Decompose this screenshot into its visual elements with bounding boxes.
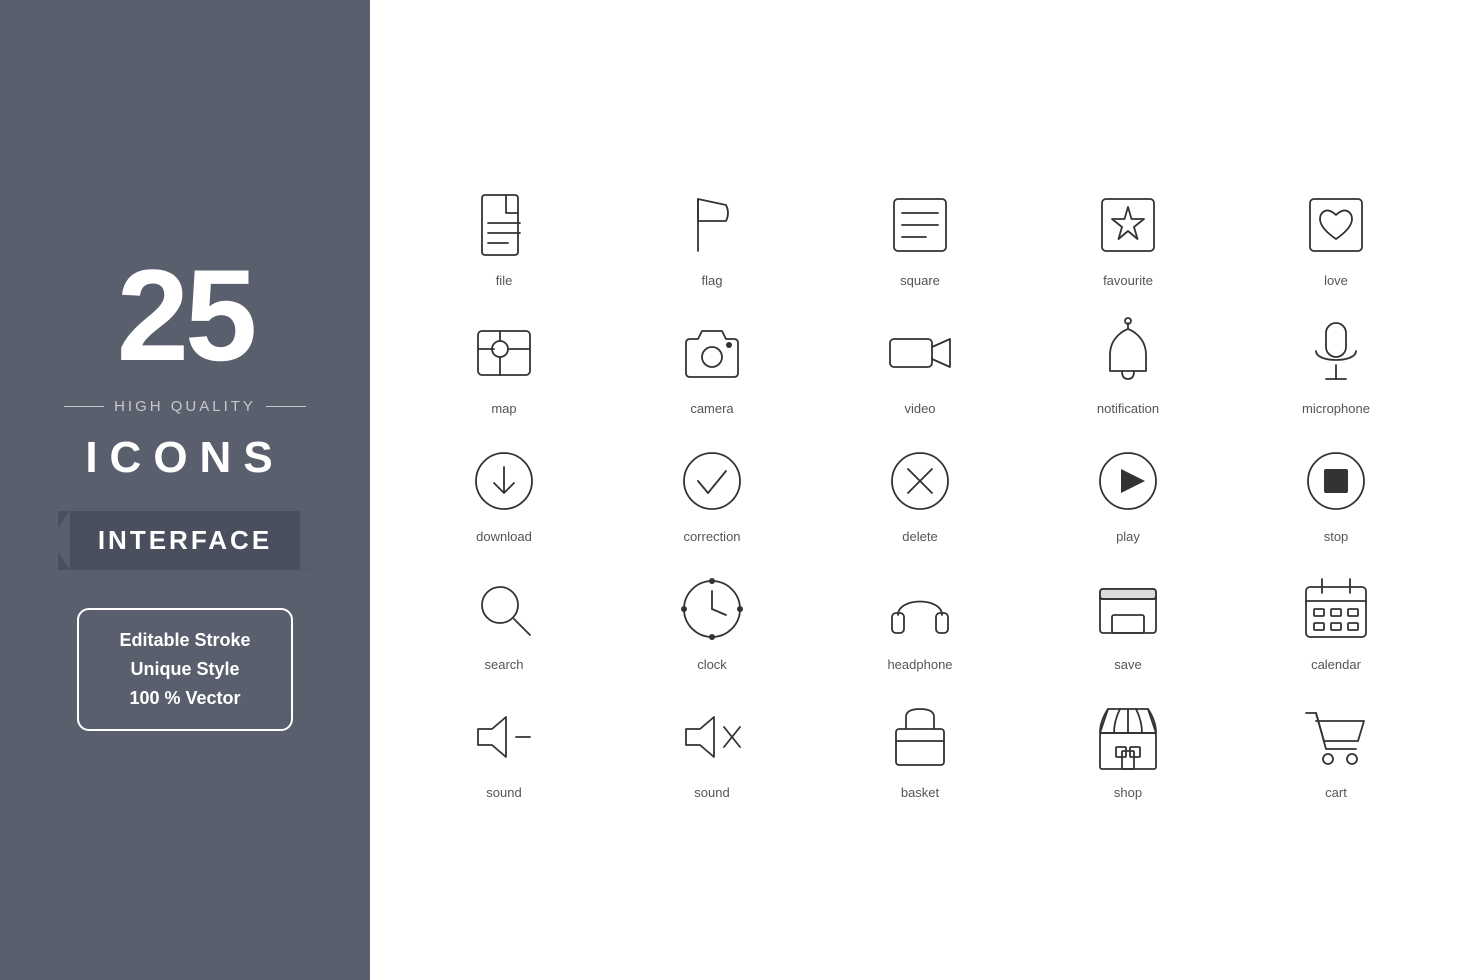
map-label: map	[491, 401, 516, 416]
icon-save: save	[1034, 559, 1222, 677]
icon-flag: flag	[618, 175, 806, 293]
square-label: square	[900, 273, 940, 288]
cart-label: cart	[1325, 785, 1347, 800]
feature-3: 100 % Vector	[129, 688, 240, 709]
hq-label: HIGH QUALITY	[64, 398, 306, 415]
feature-1: Editable Stroke	[119, 630, 250, 651]
icon-sound-mute: sound	[618, 687, 806, 805]
headphone-label: headphone	[887, 657, 952, 672]
big-number: 25	[117, 250, 254, 380]
icon-sound-minus: sound	[410, 687, 598, 805]
clock-label: clock	[697, 657, 727, 672]
icon-download: download	[410, 431, 598, 549]
icon-favourite: favourite	[1034, 175, 1222, 293]
feature-2: Unique Style	[130, 659, 239, 680]
icons-label: ICONS	[85, 433, 284, 483]
search-label: search	[484, 657, 523, 672]
stop-label: stop	[1324, 529, 1349, 544]
correction-label: correction	[683, 529, 740, 544]
video-label: video	[904, 401, 935, 416]
camera-label: camera	[690, 401, 733, 416]
icon-basket: basket	[826, 687, 1014, 805]
play-label: play	[1116, 529, 1140, 544]
download-label: download	[476, 529, 532, 544]
shop-label: shop	[1114, 785, 1142, 800]
microphone-label: microphone	[1302, 401, 1370, 416]
features-box: Editable Stroke Unique Style 100 % Vecto…	[77, 608, 292, 731]
category-banner: INTERFACE	[58, 511, 312, 570]
icon-headphone: headphone	[826, 559, 1014, 677]
icon-search: search	[410, 559, 598, 677]
sound-minus-label: sound	[486, 785, 521, 800]
icon-square: square	[826, 175, 1014, 293]
icon-clock: clock	[618, 559, 806, 677]
flag-label: flag	[702, 273, 723, 288]
right-panel: file flag square favourite	[370, 0, 1470, 980]
icon-love: love	[1242, 175, 1430, 293]
icon-video: video	[826, 303, 1014, 421]
icon-play: play	[1034, 431, 1222, 549]
icons-grid: file flag square favourite	[410, 175, 1430, 805]
icon-shop: shop	[1034, 687, 1222, 805]
icon-map: map	[410, 303, 598, 421]
calendar-label: calendar	[1311, 657, 1361, 672]
icon-calendar: calendar	[1242, 559, 1430, 677]
notification-label: notification	[1097, 401, 1159, 416]
sound-mute-label: sound	[694, 785, 729, 800]
icon-notification: notification	[1034, 303, 1222, 421]
icon-cart: cart	[1242, 687, 1430, 805]
save-label: save	[1114, 657, 1141, 672]
favourite-label: favourite	[1103, 273, 1153, 288]
icon-delete: delete	[826, 431, 1014, 549]
left-panel: 25 HIGH QUALITY ICONS INTERFACE Editable…	[0, 0, 370, 980]
delete-label: delete	[902, 529, 937, 544]
icon-camera: camera	[618, 303, 806, 421]
icon-microphone: microphone	[1242, 303, 1430, 421]
love-label: love	[1324, 273, 1348, 288]
icon-stop: stop	[1242, 431, 1430, 549]
file-label: file	[496, 273, 513, 288]
icon-correction: correction	[618, 431, 806, 549]
basket-label: basket	[901, 785, 939, 800]
icon-file: file	[410, 175, 598, 293]
category-text: INTERFACE	[98, 525, 272, 556]
